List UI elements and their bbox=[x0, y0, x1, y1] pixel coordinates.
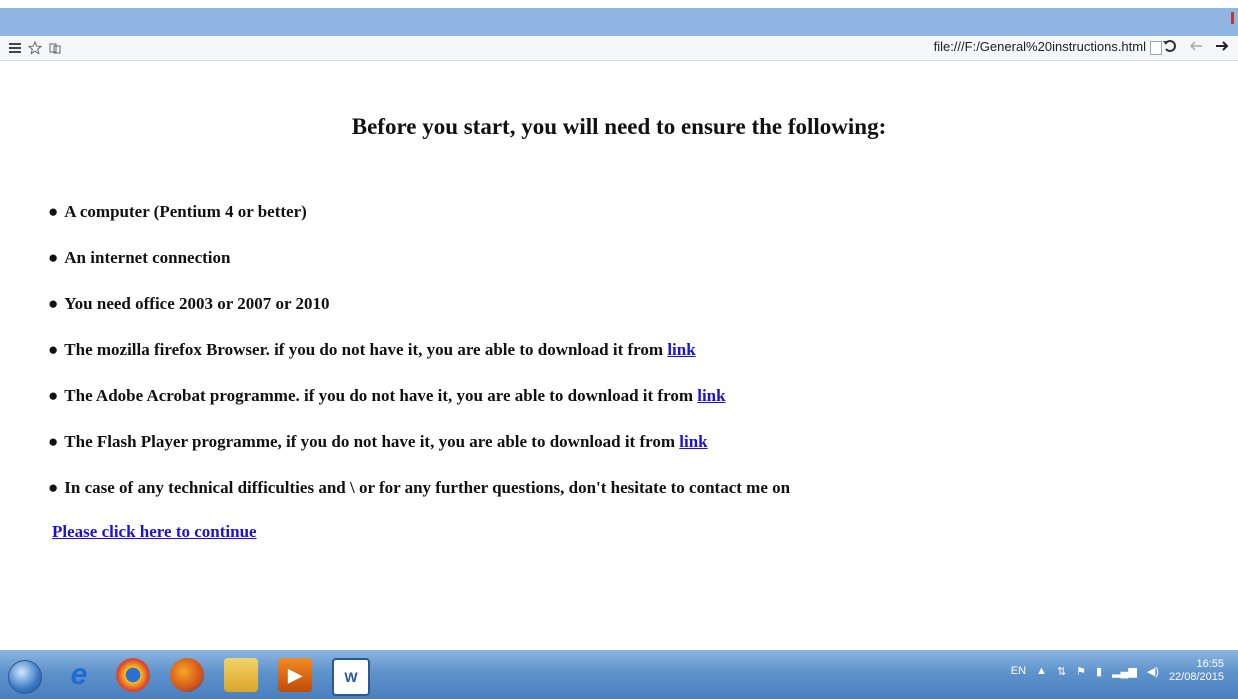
star-icon[interactable] bbox=[28, 41, 42, 55]
clock-time: 16:55 bbox=[1196, 658, 1224, 670]
list-item: ● The Adobe Acrobat programme. if you do … bbox=[48, 384, 790, 430]
item-text: The Flash Player programme, if you do no… bbox=[64, 432, 676, 451]
system-tray: EN ▲ ⇅ ⚑ ▮ ▂▄▆ ◀) 16:55 22/08/2015 bbox=[1011, 658, 1224, 684]
list-item: ● A computer (Pentium 4 or better) bbox=[48, 200, 790, 246]
network-status-icon[interactable]: ⇅ bbox=[1057, 665, 1066, 678]
signal-icon[interactable]: ▂▄▆ bbox=[1112, 665, 1137, 678]
menu-icon[interactable] bbox=[8, 41, 22, 55]
item-text: In case of any technical difficulties an… bbox=[64, 478, 791, 497]
firefox-download-link[interactable]: link bbox=[667, 340, 695, 359]
windows-taskbar: e ▶ W EN ▲ ⇅ ⚑ ▮ ▂▄▆ ◀) 16:55 22/08/2015 bbox=[0, 650, 1238, 699]
volume-icon[interactable]: ◀) bbox=[1147, 665, 1159, 678]
word-icon[interactable]: W bbox=[332, 658, 370, 696]
bullet: ● bbox=[48, 248, 59, 267]
show-hidden-icons-icon[interactable]: ▲ bbox=[1036, 665, 1047, 677]
list-item: ● In case of any technical difficulties a… bbox=[48, 476, 790, 522]
continue-link[interactable]: Please click here to continue bbox=[52, 522, 257, 542]
list-item: ● An internet connection bbox=[48, 246, 790, 292]
firefox-icon[interactable] bbox=[170, 658, 204, 692]
item-text: An internet connection bbox=[64, 248, 231, 267]
acrobat-download-link[interactable]: link bbox=[697, 386, 725, 405]
pages-icon[interactable] bbox=[48, 41, 62, 55]
start-button[interactable] bbox=[8, 660, 42, 694]
page-icon bbox=[1150, 41, 1162, 55]
reload-icon[interactable] bbox=[1162, 38, 1178, 54]
item-text: A computer (Pentium 4 or better) bbox=[64, 202, 307, 221]
bullet: ● bbox=[48, 294, 59, 313]
clock-date: 22/08/2015 bbox=[1168, 671, 1224, 683]
chrome-icon[interactable] bbox=[116, 658, 150, 692]
back-icon[interactable] bbox=[1188, 38, 1204, 54]
action-center-flag-icon[interactable]: ⚑ bbox=[1076, 665, 1086, 678]
forward-icon[interactable] bbox=[1214, 38, 1230, 54]
list-item: ● The Flash Player programme, if you do n… bbox=[48, 430, 790, 476]
bullet: ● bbox=[48, 432, 59, 451]
window-titlebar bbox=[0, 8, 1238, 36]
bullet: ● bbox=[48, 478, 59, 497]
list-item: ● The mozilla firefox Browser. if you do … bbox=[48, 338, 790, 384]
bullet: ● bbox=[48, 386, 59, 405]
internet-explorer-icon[interactable]: e bbox=[62, 658, 96, 692]
address-bar-url[interactable]: file:///F:/General%20instructions.html bbox=[934, 39, 1146, 54]
window-edge-mark bbox=[1231, 12, 1234, 24]
bullet: ● bbox=[48, 340, 59, 359]
list-item: ● You need office 2003 or 2007 or 2010 bbox=[48, 292, 790, 338]
file-explorer-icon[interactable] bbox=[224, 658, 258, 692]
item-text: The mozilla firefox Browser. if you do n… bbox=[64, 340, 664, 359]
requirements-list: ● A computer (Pentium 4 or better) ● An in… bbox=[48, 200, 790, 522]
bullet: ● bbox=[48, 202, 59, 221]
flash-download-link[interactable]: link bbox=[679, 432, 707, 451]
item-text: You need office 2003 or 2007 or 2010 bbox=[64, 294, 330, 313]
power-icon[interactable]: ▮ bbox=[1096, 665, 1102, 678]
item-text: The Adobe Acrobat programme. if you do n… bbox=[64, 386, 693, 405]
page-heading: Before you start, you will need to ensur… bbox=[351, 114, 887, 139]
browser-toolbar: file:///F:/General%20instructions.html bbox=[0, 36, 1238, 61]
clock[interactable]: 16:55 22/08/2015 bbox=[1169, 658, 1224, 684]
page-content: Before you start, you will need to ensur… bbox=[0, 60, 1238, 650]
language-indicator[interactable]: EN bbox=[1011, 665, 1026, 677]
media-player-icon[interactable]: ▶ bbox=[278, 658, 312, 692]
